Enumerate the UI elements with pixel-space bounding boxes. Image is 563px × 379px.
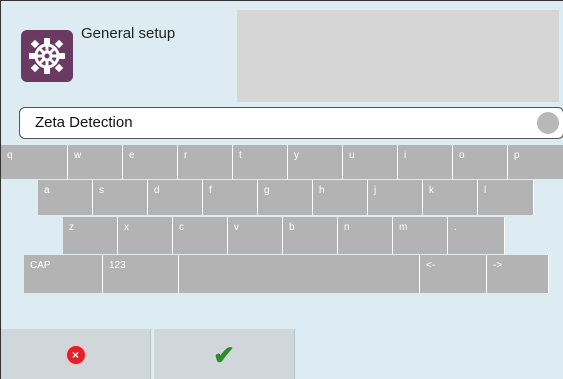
key-label: e xyxy=(129,150,135,161)
setup-screen: General setup Zeta Detection q w e r t y… xyxy=(0,0,563,379)
key-j[interactable]: j xyxy=(368,180,423,215)
info-panel xyxy=(237,10,559,102)
key-b[interactable]: b xyxy=(283,217,338,254)
key-l[interactable]: l xyxy=(478,180,534,215)
key-w[interactable]: w xyxy=(68,145,123,179)
key-f[interactable]: f xyxy=(203,180,258,215)
key-q[interactable]: q xyxy=(1,145,68,179)
gear-glyph xyxy=(29,38,65,74)
key-u[interactable]: u xyxy=(343,145,398,179)
key-label: r xyxy=(184,150,188,161)
key-label: <- xyxy=(426,260,436,271)
key-period[interactable]: . xyxy=(448,217,505,254)
key-label: y xyxy=(294,150,299,161)
key-label: j xyxy=(374,185,377,196)
key-d[interactable]: d xyxy=(148,180,203,215)
key-label: f xyxy=(209,185,212,196)
key-label: m xyxy=(399,222,408,233)
key-label: l xyxy=(484,185,487,196)
key-label: 123 xyxy=(109,260,126,271)
confirm-button[interactable]: ✔ xyxy=(154,329,295,379)
key-v[interactable]: v xyxy=(228,217,283,254)
cancel-icon: × xyxy=(66,345,85,364)
key-n[interactable]: n xyxy=(338,217,393,254)
key-arrow-right[interactable]: -> xyxy=(487,255,549,293)
checkmark-icon: ✔ xyxy=(213,339,235,370)
key-e[interactable]: e xyxy=(123,145,178,179)
key-backspace[interactable]: <- xyxy=(420,255,487,293)
key-y[interactable]: y xyxy=(288,145,343,179)
key-label: g xyxy=(264,185,270,196)
key-label: u xyxy=(349,150,355,161)
key-label: i xyxy=(404,150,407,161)
key-label: k xyxy=(429,185,434,196)
key-space[interactable] xyxy=(179,255,420,293)
key-123[interactable]: 123 xyxy=(103,255,179,293)
key-i[interactable]: i xyxy=(398,145,453,179)
key-c[interactable]: c xyxy=(173,217,228,254)
key-t[interactable]: t xyxy=(233,145,288,179)
input-value: Zeta Detection xyxy=(35,114,133,131)
key-label: h xyxy=(319,185,325,196)
cancel-button[interactable]: × xyxy=(1,329,151,379)
key-label: -> xyxy=(493,260,503,271)
key-z[interactable]: z xyxy=(63,217,118,254)
key-label: w xyxy=(74,150,82,161)
key-g[interactable]: g xyxy=(258,180,313,215)
cancel-symbol: × xyxy=(71,347,79,362)
key-label: z xyxy=(69,222,74,233)
key-label: n xyxy=(344,222,350,233)
key-label: . xyxy=(454,222,457,233)
key-label: x xyxy=(124,222,129,233)
key-label: o xyxy=(459,150,465,161)
key-label: t xyxy=(239,150,242,161)
key-label: q xyxy=(7,150,13,161)
key-k[interactable]: k xyxy=(423,180,478,215)
key-label: b xyxy=(289,222,295,233)
key-label: CAP xyxy=(30,260,51,271)
key-label: a xyxy=(44,185,50,196)
key-r[interactable]: r xyxy=(178,145,233,179)
key-x[interactable]: x xyxy=(118,217,173,254)
gear-icon xyxy=(21,30,73,82)
key-s[interactable]: s xyxy=(93,180,148,215)
key-m[interactable]: m xyxy=(393,217,448,254)
key-p[interactable]: p xyxy=(508,145,563,179)
key-o[interactable]: o xyxy=(453,145,508,179)
key-h[interactable]: h xyxy=(313,180,368,215)
key-label: p xyxy=(514,150,520,161)
key-label: d xyxy=(154,185,160,196)
key-label: c xyxy=(179,222,184,233)
clear-icon[interactable] xyxy=(537,112,559,134)
key-label: s xyxy=(99,185,104,196)
key-caps[interactable]: CAP xyxy=(24,255,103,293)
key-a[interactable]: a xyxy=(38,180,93,215)
text-input-field[interactable]: Zeta Detection xyxy=(19,107,563,139)
key-label: v xyxy=(234,222,239,233)
page-title: General setup xyxy=(81,25,176,42)
